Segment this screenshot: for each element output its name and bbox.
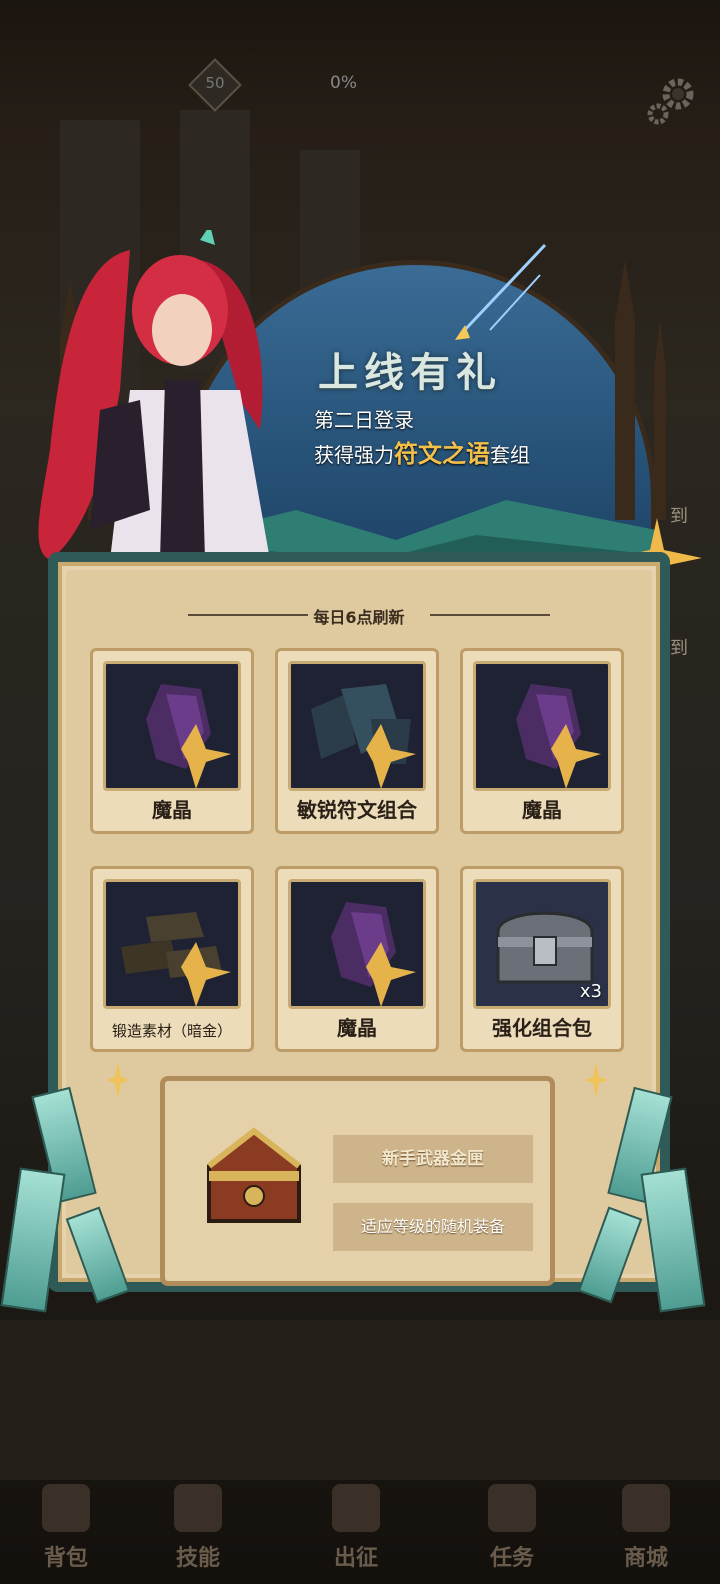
login-reward-popup: 上线有礼 第二日登录 获得强力符文之语套组 每日6点刷新 魔晶 敏锐符文组合 魔… [0, 220, 720, 1330]
level-value: 50 [205, 74, 225, 92]
refresh-text: 每日6点刷新 [313, 608, 405, 627]
item-name: 魔晶 [337, 1016, 377, 1040]
nav-label: 出征 [333, 1546, 378, 1571]
settings-gear-icon[interactable] [644, 74, 696, 126]
nav-label: 技能 [175, 1546, 220, 1571]
reward-item-card[interactable]: 魔晶 [460, 648, 624, 834]
nav-item-quests[interactable]: 任务 [462, 1470, 562, 1584]
top-hud: 50 0% [0, 58, 720, 112]
item-name: 魔晶 [152, 798, 192, 822]
item-name: 魔晶 [522, 798, 562, 822]
item-icon-frame [103, 879, 241, 1009]
nav-label: 商城 [623, 1546, 668, 1571]
item-icon-frame [288, 879, 426, 1009]
item-name: 敏锐符文组合 [297, 798, 417, 822]
item-icon-frame [288, 661, 426, 791]
featured-reward-name: 新手武器金匣 [333, 1135, 533, 1183]
nav-label: 任务 [489, 1546, 534, 1571]
shop-icon [622, 1484, 670, 1532]
item-count: x3 [579, 981, 602, 1002]
sparkle-icon [584, 1062, 608, 1098]
reward-item-card[interactable]: x3 强化组合包 [460, 866, 624, 1052]
bottom-nav: 背包 技能 出征 任务 商城 [0, 1470, 720, 1584]
item-icon-frame: x3 [473, 879, 611, 1009]
right-spire-decor [615, 260, 666, 520]
dark-gold-ingots-icon [121, 912, 231, 1006]
bag-icon [42, 1484, 90, 1532]
item-name: 强化组合包 [492, 1016, 592, 1040]
item-icon-frame [103, 661, 241, 791]
sparkle-icon [106, 1062, 130, 1098]
purple-crystal-icon [146, 684, 231, 788]
nav-item-skills[interactable]: 技能 [148, 1470, 248, 1584]
reward-item-card[interactable]: 魔晶 [275, 866, 439, 1052]
character-portrait [38, 230, 270, 560]
reward-item-card[interactable]: 锻造素材（暗金） [90, 866, 254, 1052]
subtitle-suffix: 套组 [490, 443, 530, 467]
subtitle-highlight: 符文之语 [394, 440, 490, 468]
rune-stones-icon [311, 684, 416, 788]
popup-title: 上线有礼 [318, 350, 502, 396]
nav-label: 背包 [43, 1546, 88, 1571]
purple-crystal-icon [516, 684, 601, 788]
skill-book-icon [174, 1484, 222, 1532]
popup-subtitle-reward: 获得强力符文之语套组 [314, 434, 530, 469]
scroll-icon [488, 1484, 536, 1532]
item-name: 锻造素材（暗金） [111, 1022, 232, 1040]
nav-item-shop[interactable]: 商城 [596, 1470, 696, 1584]
item-icon-frame [473, 661, 611, 791]
featured-reward-desc: 适应等级的随机装备 [333, 1203, 533, 1251]
nav-item-bag[interactable]: 背包 [16, 1470, 116, 1584]
progress-percent: 0% [330, 73, 357, 93]
shooting-star-icon [455, 243, 547, 340]
reward-item-card[interactable]: 敏锐符文组合 [275, 648, 439, 834]
purple-crystal-icon [331, 902, 416, 1006]
reward-item-card[interactable]: 魔晶 [90, 648, 254, 834]
sword-icon [332, 1484, 380, 1532]
featured-reward-card[interactable]: 新手武器金匣 适应等级的随机装备 [160, 1076, 555, 1286]
nav-item-expedition[interactable]: 出征 [306, 1470, 406, 1584]
golden-chest-icon [207, 1127, 301, 1223]
